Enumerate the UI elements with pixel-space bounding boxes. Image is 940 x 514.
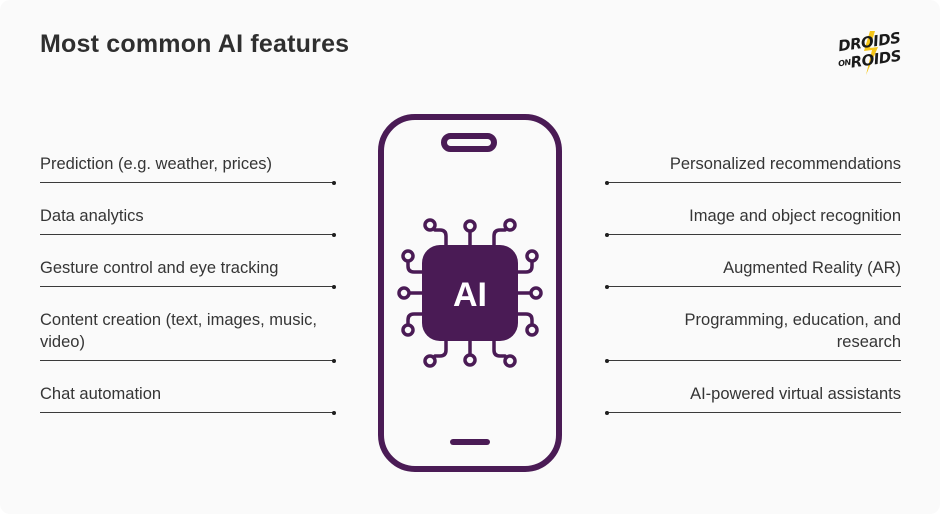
infographic: Most common AI features DROIDS ONROIDS P…: [0, 0, 940, 514]
droids-on-roids-logo: DROIDS ONROIDS: [832, 29, 908, 75]
feature-item-personalized-recommendations: Personalized recommendations: [605, 153, 901, 185]
feature-label: Programming, education, and research: [684, 311, 901, 351]
feature-label: Augmented Reality (AR): [723, 259, 901, 277]
feature-label: Chat automation: [40, 385, 162, 403]
feature-item-image-recognition: Image and object recognition: [605, 205, 901, 237]
feature-item-gesture-control: Gesture control and eye tracking: [40, 257, 336, 289]
connector-dot: [605, 232, 609, 237]
page-title: Most common AI features: [40, 30, 350, 58]
connector-line: [40, 180, 336, 185]
connector-line: [40, 410, 336, 415]
logo-on: ON: [837, 57, 852, 69]
feature-item-data-analytics: Data analytics: [40, 205, 336, 237]
feature-label: AI-powered virtual assistants: [690, 385, 901, 403]
connector-dot: [332, 180, 336, 185]
feature-label: Personalized recommendations: [669, 155, 901, 173]
feature-item-virtual-assistants: AI-powered virtual assistants: [605, 383, 901, 415]
feature-item-augmented-reality: Augmented Reality (AR): [605, 257, 901, 289]
connector-line: [605, 232, 901, 237]
connector-dot: [605, 410, 609, 415]
connector-dot: [332, 410, 336, 415]
connector-dot: [605, 358, 609, 363]
smartphone-ai-chip-icon: AI: [378, 114, 562, 472]
feature-item-prediction: Prediction (e.g. weather, prices): [40, 153, 336, 185]
connector-dot: [332, 358, 336, 363]
connector-dot: [605, 180, 609, 185]
connector-line: [605, 358, 901, 363]
feature-label: Image and object recognition: [689, 207, 901, 225]
connector-dot: [332, 284, 336, 289]
connector-dot: [332, 232, 336, 237]
connector-dot: [605, 284, 609, 289]
feature-item-content-creation: Content creation (text, images, music, v…: [40, 309, 336, 363]
connector-line: [605, 284, 901, 289]
phone-speaker: [441, 133, 497, 152]
feature-label: Prediction (e.g. weather, prices): [40, 155, 273, 173]
ai-chip-label: AI: [453, 276, 487, 314]
feature-label: Content creation (text, images, music, v…: [40, 311, 317, 351]
connector-line: [40, 358, 336, 363]
connector-line: [605, 180, 901, 185]
feature-label: Data analytics: [40, 207, 144, 225]
connector-line: [40, 284, 336, 289]
feature-label: Gesture control and eye tracking: [40, 259, 279, 277]
feature-item-chat-automation: Chat automation: [40, 383, 336, 415]
connector-line: [605, 410, 901, 415]
feature-item-programming-education: Programming, education, and research: [605, 309, 901, 363]
connector-line: [40, 232, 336, 237]
